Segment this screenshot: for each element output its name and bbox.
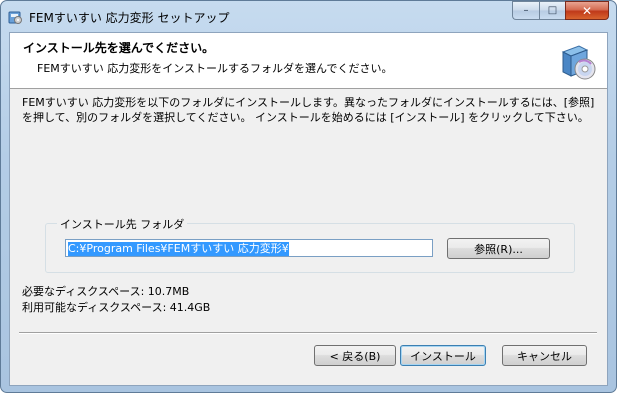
- page-title: インストール先を選んでください。: [23, 41, 215, 55]
- destination-folder-value: C:¥Program Files¥FEMすいすい 応力変形¥: [68, 242, 289, 256]
- install-description: FEMすいすい 応力変形を以下のフォルダにインストールします。異なったフォルダに…: [22, 96, 595, 124]
- caption-buttons: – □ ✕: [512, 1, 609, 20]
- footer-divider: [19, 332, 597, 334]
- minimize-button[interactable]: –: [512, 1, 539, 20]
- maximize-button[interactable]: □: [539, 1, 565, 20]
- browse-button[interactable]: 参照(R)...: [447, 238, 550, 259]
- wizard-header: インストール先を選んでください。 FEMすいすい 応力変形をインストールするフォ…: [10, 33, 607, 89]
- page-subtitle: FEMすいすい 応力変形をインストールするフォルダを選んでください。: [37, 62, 393, 75]
- title-bar[interactable]: FEMすいすい 応力変形 セットアップ – □ ✕: [1, 1, 616, 31]
- minimize-icon: –: [523, 5, 529, 16]
- window-title: FEMすいすい 応力変形 セットアップ: [29, 11, 230, 25]
- dialog-client-area: インストール先を選んでください。 FEMすいすい 応力変形をインストールするフォ…: [9, 32, 608, 386]
- maximize-icon: □: [547, 5, 558, 16]
- available-space-text: 利用可能なディスクスペース: 41.4GB: [22, 301, 211, 314]
- setup-app-icon: [8, 11, 22, 24]
- cancel-button[interactable]: キャンセル: [502, 345, 587, 366]
- close-button[interactable]: ✕: [565, 1, 609, 20]
- destination-folder-input[interactable]: C:¥Program Files¥FEMすいすい 応力変形¥: [65, 239, 433, 257]
- back-button[interactable]: < 戻る(B): [314, 345, 396, 366]
- required-space-text: 必要なディスクスペース: 10.7MB: [22, 285, 190, 298]
- setup-window: FEMすいすい 応力変形 セットアップ – □ ✕ インストール先を選んでくださ…: [0, 0, 617, 393]
- close-icon: ✕: [581, 3, 593, 18]
- install-button[interactable]: インストール: [400, 345, 486, 366]
- destination-folder-label: インストール先 フォルダ: [57, 216, 188, 232]
- installer-cd-icon: [561, 45, 596, 80]
